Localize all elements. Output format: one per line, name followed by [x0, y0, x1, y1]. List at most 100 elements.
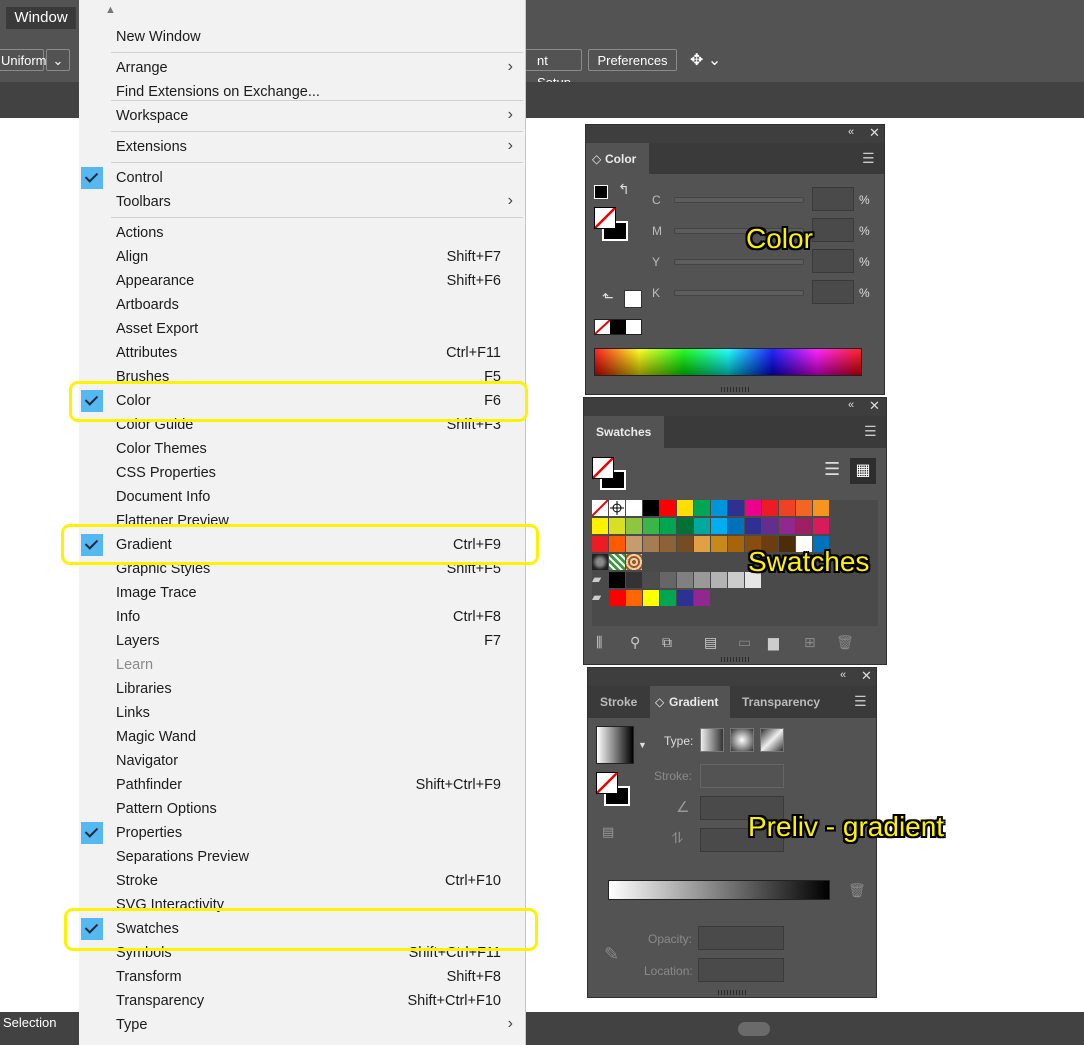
swap-gradient-icon[interactable]: ▤ — [602, 824, 614, 840]
none-swatch[interactable] — [595, 320, 610, 334]
color-swatch[interactable] — [643, 518, 659, 534]
scroll-handle[interactable] — [738, 1022, 770, 1036]
color-swatch[interactable] — [677, 536, 693, 552]
color-swatch[interactable] — [711, 500, 727, 516]
tab-gradient[interactable]: ◇ Gradient — [650, 686, 730, 718]
menu-item-toolbars[interactable]: Toolbars › — [79, 191, 525, 215]
close-icon[interactable]: ✕ — [869, 125, 880, 141]
channel-input[interactable] — [812, 249, 854, 273]
close-icon[interactable]: ✕ — [861, 668, 872, 684]
quick-swatches[interactable] — [594, 319, 642, 335]
menu-item-learn[interactable]: Learn — [79, 654, 525, 678]
menu-item-workspace[interactable]: Workspace › — [79, 105, 525, 129]
menu-item-separations-preview[interactable]: Separations Preview — [79, 846, 525, 870]
menu-item-stroke[interactable]: Stroke Ctrl+F10 — [79, 870, 525, 894]
grid-view-icon[interactable]: ▦ — [850, 458, 876, 484]
web-safe-swatch[interactable] — [624, 290, 642, 308]
menu-item-libraries[interactable]: Libraries — [79, 678, 525, 702]
menu-item-pattern-options[interactable]: Pattern Options — [79, 798, 525, 822]
color-swatch[interactable] — [745, 518, 761, 534]
menu-item-align[interactable]: Align Shift+F7 — [79, 246, 525, 270]
color-swatch[interactable] — [677, 500, 693, 516]
color-swatch[interactable] — [745, 500, 761, 516]
menu-item-links[interactable]: Links — [79, 702, 525, 726]
color-swatch[interactable] — [728, 518, 744, 534]
menu-item-image-trace[interactable]: Image Trace — [79, 582, 525, 606]
color-swatch[interactable] — [694, 572, 710, 588]
color-swatch[interactable] — [609, 536, 625, 552]
color-swatch[interactable] — [660, 590, 676, 606]
color-swatch[interactable] — [643, 590, 659, 606]
color-swatch[interactable] — [660, 500, 676, 516]
color-swatch[interactable] — [711, 536, 727, 552]
tab-transparency[interactable]: Transparency — [730, 686, 830, 718]
menu-item-transparency[interactable]: Transparency Shift+Ctrl+F10 — [79, 990, 525, 1014]
fill-swatch[interactable] — [594, 207, 616, 229]
black-swatch[interactable] — [610, 320, 626, 334]
delete-stop-icon[interactable]: 🗑 — [848, 882, 866, 899]
menu-item-magic-wand[interactable]: Magic Wand — [79, 726, 525, 750]
menu-item-new-window[interactable]: New Window — [79, 26, 525, 50]
color-swatch[interactable] — [728, 536, 744, 552]
color-swatch[interactable] — [609, 572, 625, 588]
resize-grip[interactable] — [721, 657, 751, 662]
window-menu[interactable]: Window — [6, 7, 76, 29]
registration-swatch[interactable] — [609, 500, 625, 516]
folder-icon[interactable]: ▆ — [768, 634, 779, 651]
menu-item-type[interactable]: Type › — [79, 1014, 525, 1038]
pattern-swatch[interactable] — [592, 554, 608, 570]
channel-input[interactable] — [812, 218, 854, 242]
color-swatch[interactable] — [660, 536, 676, 552]
color-swatch[interactable] — [592, 536, 608, 552]
color-swatch[interactable] — [626, 518, 642, 534]
menu-item-color-themes[interactable]: Color Themes — [79, 438, 525, 462]
menu-item-asset-export[interactable]: Asset Export — [79, 318, 525, 342]
pattern-swatch[interactable] — [609, 554, 625, 570]
location-input[interactable] — [698, 958, 784, 982]
color-swatch[interactable] — [609, 518, 625, 534]
channel-slider[interactable] — [674, 290, 804, 296]
arrange-documents-icon[interactable]: ✥ ⌄ — [690, 50, 730, 70]
tab-stroke[interactable]: Stroke — [588, 686, 650, 718]
color-swatch[interactable] — [643, 500, 659, 516]
eyedropper-icon[interactable]: ✎ — [604, 944, 619, 965]
channel-input[interactable] — [812, 280, 854, 304]
gradient-dropdown-icon[interactable]: ▼ — [638, 740, 647, 750]
color-swatch[interactable] — [592, 518, 608, 534]
menu-item-appearance[interactable]: Appearance Shift+F6 — [79, 270, 525, 294]
scroll-up-icon[interactable]: ▲ — [105, 4, 116, 16]
radial-gradient-button[interactable] — [730, 728, 754, 752]
color-swatch[interactable] — [626, 590, 642, 606]
color-swatch[interactable] — [643, 572, 659, 588]
freeform-gradient-button[interactable] — [760, 728, 784, 752]
collapse-icon[interactable]: « — [848, 126, 854, 138]
color-swatch[interactable] — [609, 590, 625, 606]
menu-item-document-info[interactable]: Document Info — [79, 486, 525, 510]
color-swatch[interactable] — [660, 518, 676, 534]
tab-color[interactable]: ◇ Color — [586, 143, 649, 174]
menu-item-properties[interactable]: Properties — [79, 822, 525, 846]
preferences-button[interactable]: Preferences — [588, 49, 677, 71]
color-swatch[interactable] — [779, 500, 795, 516]
menu-item-actions[interactable]: Actions — [79, 222, 525, 246]
resize-grip[interactable] — [718, 990, 748, 995]
menu-item-transform[interactable]: Transform Shift+F8 — [79, 966, 525, 990]
color-swatch[interactable] — [796, 518, 812, 534]
close-icon[interactable]: ✕ — [869, 398, 880, 414]
color-swatch[interactable] — [626, 572, 642, 588]
color-swatch[interactable] — [694, 500, 710, 516]
collapse-icon[interactable]: « — [848, 399, 854, 411]
color-swatch[interactable] — [694, 590, 710, 606]
color-swatch[interactable] — [711, 572, 727, 588]
menu-item-css-properties[interactable]: CSS Properties — [79, 462, 525, 486]
none-swatch[interactable] — [592, 500, 608, 516]
pattern-swatch[interactable] — [626, 554, 642, 570]
gradient-slider[interactable] — [608, 880, 830, 900]
show-kinds-icon[interactable]: ⚲ — [630, 634, 640, 651]
color-swatch[interactable] — [813, 500, 829, 516]
stroke-gradient-buttons[interactable] — [700, 764, 784, 788]
color-group-icon[interactable]: ▤ — [704, 634, 717, 651]
panel-menu-icon[interactable]: ☰ — [862, 150, 875, 167]
color-swatch[interactable] — [677, 518, 693, 534]
white-swatch[interactable] — [626, 320, 641, 334]
